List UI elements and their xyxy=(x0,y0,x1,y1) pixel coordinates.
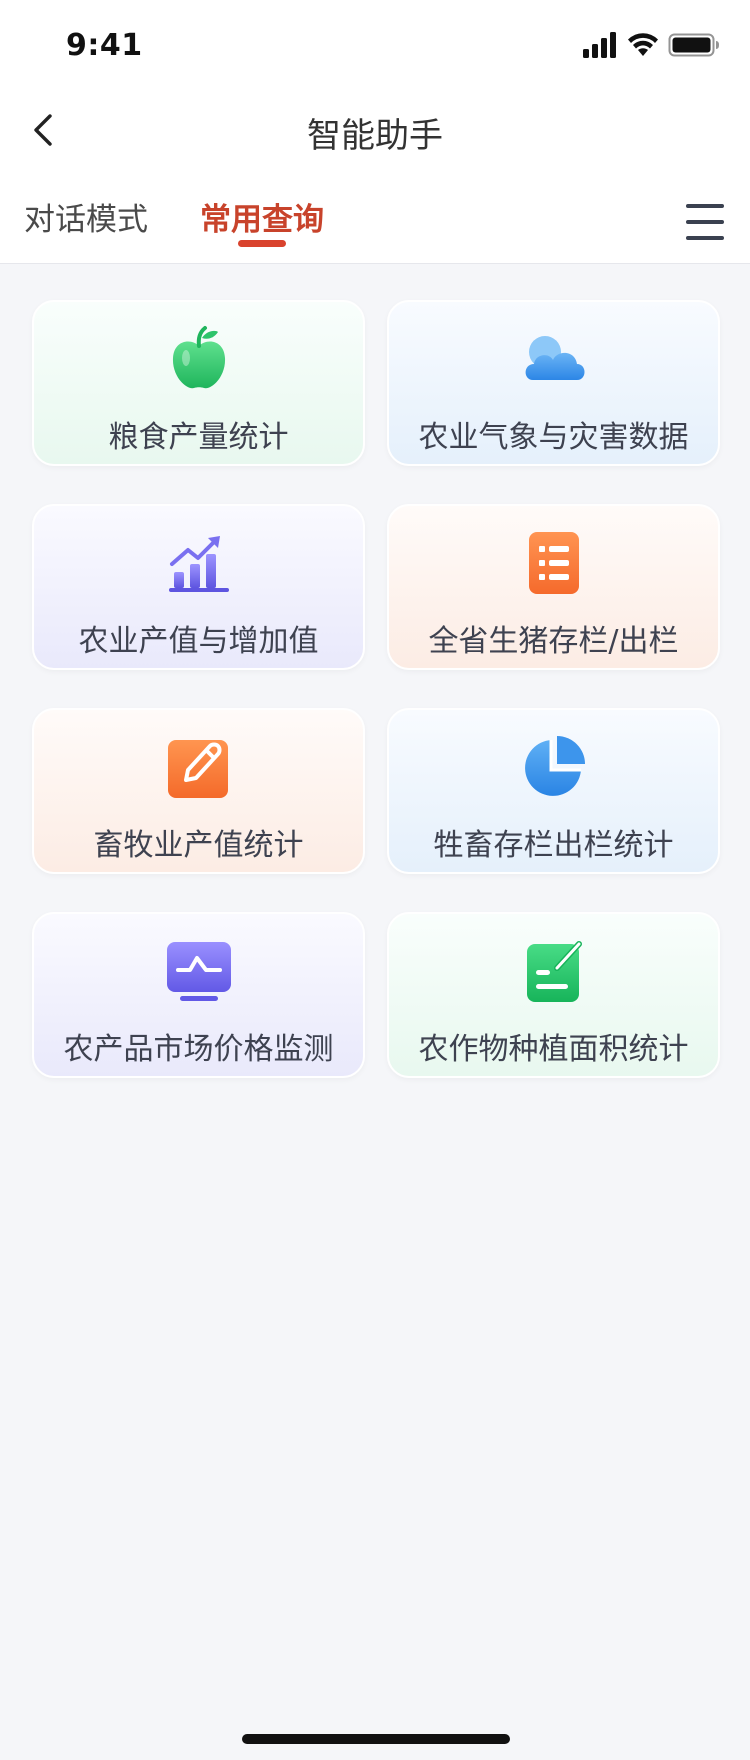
card-pig-stock[interactable]: 全省生猪存栏/出栏 xyxy=(387,504,720,670)
tab-bar: 对话模式 常用查询 xyxy=(0,184,750,256)
card-label: 全省生猪存栏/出栏 xyxy=(428,624,679,659)
active-tab-indicator xyxy=(238,240,286,247)
bar-chart-icon xyxy=(168,536,229,592)
card-livestock-stock[interactable]: 牲畜存栏出栏统计 xyxy=(387,708,720,874)
menu-icon-bar xyxy=(686,220,724,224)
card-label: 畜牧业产值统计 xyxy=(93,828,304,863)
card-grain-output[interactable]: 粮食产量统计 xyxy=(32,300,365,466)
home-indicator xyxy=(242,1734,510,1744)
form-edit-icon xyxy=(526,941,582,1002)
menu-icon-bar xyxy=(686,236,724,240)
wifi-icon xyxy=(628,33,658,56)
page-title: 智能助手 xyxy=(307,116,443,156)
card-agri-output-value[interactable]: 农业产值与增加值 xyxy=(32,504,365,670)
list-icon xyxy=(528,532,579,594)
card-crop-area[interactable]: 农作物种植面积统计 xyxy=(387,912,720,1078)
signal-icon xyxy=(583,32,616,58)
card-label: 农业产值与增加值 xyxy=(78,624,319,659)
apple-icon xyxy=(172,326,225,389)
status-bar: 9:41 xyxy=(0,0,750,92)
menu-button[interactable] xyxy=(686,204,726,240)
card-label: 农作物种植面积统计 xyxy=(418,1032,689,1067)
card-livestock-output-value[interactable]: 畜牧业产值统计 xyxy=(32,708,365,874)
cloud-icon xyxy=(525,336,584,380)
battery-icon xyxy=(668,33,719,57)
status-icons xyxy=(582,30,722,60)
nav-bar: 智能助手 xyxy=(0,92,750,172)
pie-chart-icon xyxy=(524,736,585,796)
card-market-price[interactable]: 农产品市场价格监测 xyxy=(32,912,365,1078)
monitor-icon xyxy=(166,942,231,1001)
header-area: 9:41 智能助手 对话模式 常用查询 xyxy=(0,0,750,264)
edit-icon xyxy=(167,740,228,798)
tab-common-query[interactable]: 常用查询 xyxy=(200,194,324,239)
card-label: 农业气象与灾害数据 xyxy=(418,420,689,455)
card-label: 牲畜存栏出栏统计 xyxy=(433,828,674,863)
card-label: 粮食产量统计 xyxy=(108,420,289,455)
card-label: 农产品市场价格监测 xyxy=(63,1032,334,1067)
menu-icon xyxy=(686,204,724,208)
status-time: 9:41 xyxy=(66,28,143,63)
tab-dialog-mode[interactable]: 对话模式 xyxy=(24,194,148,239)
card-agri-weather[interactable]: 农业气象与灾害数据 xyxy=(387,300,720,466)
